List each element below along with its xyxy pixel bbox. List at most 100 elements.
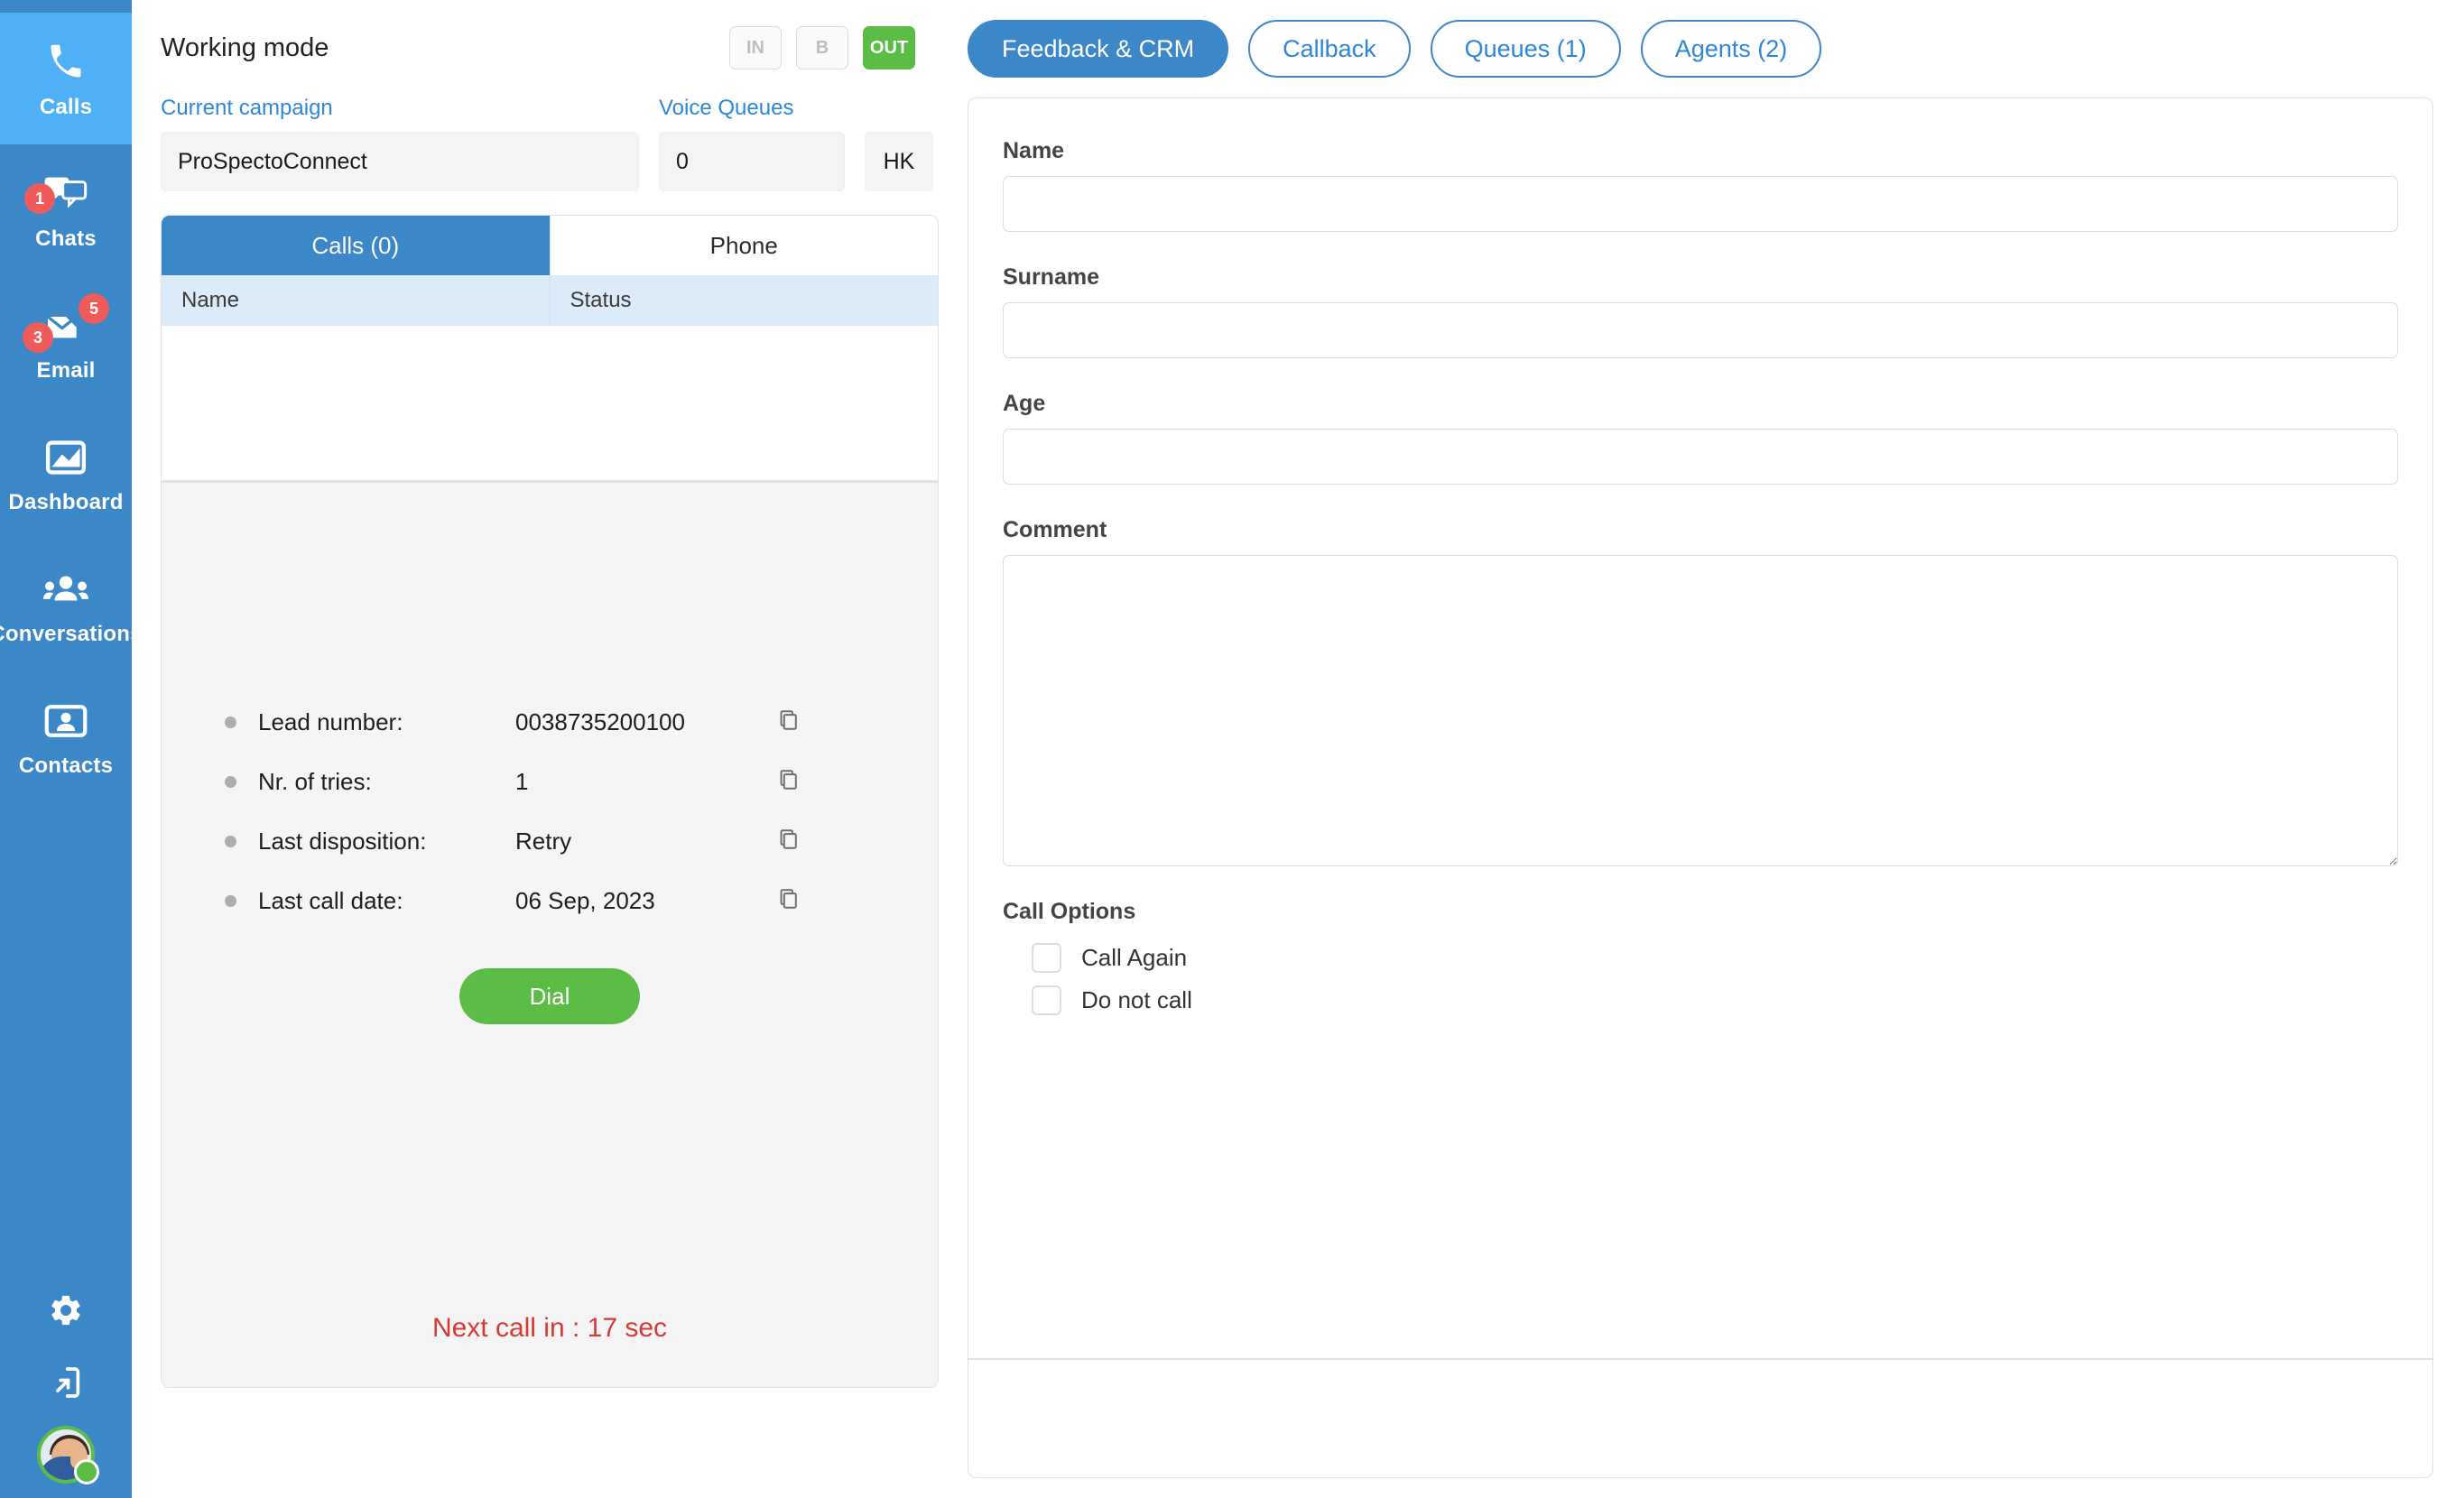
- list-item: Last disposition: Retry: [225, 811, 938, 871]
- name-label: Name: [1003, 138, 1065, 163]
- sidebar-item-label: Contacts: [18, 754, 114, 778]
- dashboard-icon: [41, 432, 91, 483]
- lead-detail-area: Lead number: 0038735200100 Nr. of tries:: [162, 483, 938, 1387]
- surname-field[interactable]: [1003, 302, 2398, 358]
- bullet-icon: [225, 894, 236, 907]
- copy-icon[interactable]: [777, 887, 801, 915]
- call-options-section: Call Options Call Again Do not call: [1003, 899, 2398, 1015]
- sidebar-item-label: Chats: [35, 227, 97, 251]
- tab-calls[interactable]: Calls (0): [162, 216, 550, 275]
- sidebar-item-contacts[interactable]: Contacts: [0, 671, 132, 803]
- bullet-icon: [225, 775, 236, 788]
- name-field[interactable]: [1003, 176, 2398, 232]
- call-options-title: Call Options: [1003, 899, 1136, 924]
- dial-button-wrap: Dial: [162, 968, 938, 1024]
- option-do-not-call[interactable]: Do not call: [1032, 985, 2398, 1015]
- calls-table-header: Name Status: [162, 275, 938, 326]
- dial-button[interactable]: Dial: [459, 968, 640, 1024]
- working-mode-switcher: IN B OUT: [729, 26, 919, 69]
- calls-panel-tabs: Calls (0) Phone: [162, 216, 938, 275]
- copy-icon[interactable]: [777, 828, 801, 855]
- sidebar-item-label: Dashboard: [8, 490, 124, 514]
- gear-icon: [48, 1292, 84, 1333]
- settings-button[interactable]: [0, 1276, 132, 1348]
- tab-callback[interactable]: Callback: [1248, 20, 1411, 78]
- field-group-surname: Surname: [1003, 264, 2398, 358]
- surname-label: Surname: [1003, 264, 1099, 290]
- mode-button-out[interactable]: OUT: [863, 26, 915, 69]
- logout-button[interactable]: [0, 1348, 132, 1420]
- last-call-date-label: Last call date:: [258, 886, 403, 914]
- comment-field[interactable]: [1003, 555, 2398, 866]
- list-item: Last call date: 06 Sep, 2023: [225, 871, 938, 930]
- chat-icon: 1: [24, 169, 91, 219]
- field-group-comment: Comment: [1003, 517, 2398, 866]
- option-label: Call Again: [1081, 944, 1188, 971]
- last-call-date-value: 06 Sep, 2023: [515, 886, 655, 914]
- current-campaign-group: Current campaign ProSpectoConnect: [161, 96, 639, 191]
- tries-label: Nr. of tries:: [258, 767, 372, 795]
- tab-feedback-crm[interactable]: Feedback & CRM: [968, 20, 1229, 78]
- disposition-value: Retry: [515, 827, 572, 855]
- phone-icon: [41, 37, 91, 88]
- tab-agents[interactable]: Agents (2): [1640, 20, 1822, 78]
- sidebar-item-label: Conversations: [0, 622, 143, 646]
- copy-icon[interactable]: [777, 708, 801, 736]
- checkbox-call-again[interactable]: [1032, 943, 1061, 973]
- current-campaign-value[interactable]: ProSpectoConnect: [161, 132, 639, 191]
- calls-panel: Calls (0) Phone Name Status Lead number:…: [161, 215, 939, 1388]
- avatar[interactable]: [37, 1426, 99, 1484]
- campaign-queue-row: Current campaign ProSpectoConnect Voice …: [161, 96, 933, 191]
- sidebar-item-calls[interactable]: Calls: [0, 13, 132, 144]
- email-badge-secondary: 3: [23, 322, 53, 353]
- copy-icon[interactable]: [777, 768, 801, 796]
- current-campaign-label: Current campaign: [161, 96, 333, 120]
- list-item: Nr. of tries: 1: [225, 752, 938, 811]
- chats-badge: 1: [24, 183, 55, 214]
- conversations-icon: [41, 564, 91, 615]
- voice-queues-label: Voice Queues: [659, 96, 794, 120]
- mode-button-in[interactable]: IN: [729, 26, 782, 69]
- bullet-icon: [225, 835, 236, 847]
- disposition-label: Last disposition:: [258, 827, 427, 855]
- list-item: Lead number: 0038735200100: [225, 692, 938, 752]
- age-field[interactable]: [1003, 429, 2398, 485]
- lead-details-list: Lead number: 0038735200100 Nr. of tries:: [162, 692, 938, 930]
- sidebar-item-conversations[interactable]: Conversations: [0, 540, 142, 671]
- sidebar-item-chats[interactable]: 1 Chats: [0, 144, 132, 276]
- column-header-name: Name: [181, 288, 240, 312]
- field-group-name: Name: [1003, 138, 2398, 232]
- sidebar-item-email[interactable]: 5 3 Email: [0, 276, 132, 408]
- tab-phone[interactable]: Phone: [549, 216, 938, 275]
- lead-number-label: Lead number:: [258, 707, 403, 735]
- contacts-icon: [41, 696, 91, 746]
- crm-column: Feedback & CRM Callback Queues (1) Agent…: [944, 0, 2464, 1498]
- tries-value: 1: [515, 767, 529, 795]
- app-root: Calls 1 Chats 5 3 Email Dashboard Conver…: [0, 0, 2464, 1498]
- email-icon: 5 3: [23, 293, 109, 353]
- crm-form: Name Surname Age Comment Call Options Ca…: [968, 98, 2432, 1358]
- sidebar-item-label: Calls: [39, 95, 93, 119]
- column-header-status: Status: [549, 275, 939, 326]
- email-badge-primary: 5: [79, 293, 109, 324]
- age-label: Age: [1003, 391, 1046, 416]
- option-call-again[interactable]: Call Again: [1032, 943, 2398, 973]
- logout-icon: [48, 1364, 84, 1405]
- crm-card: Name Surname Age Comment Call Options Ca…: [968, 97, 2433, 1478]
- working-mode-row: Working mode IN B OUT: [161, 20, 919, 76]
- option-label: Do not call: [1081, 986, 1192, 1013]
- lead-number-value: 0038735200100: [515, 707, 685, 735]
- comment-label: Comment: [1003, 517, 1107, 542]
- bullet-icon: [225, 716, 236, 728]
- mode-button-b[interactable]: B: [796, 26, 848, 69]
- hk-value[interactable]: HK: [865, 132, 933, 191]
- voice-queues-value[interactable]: 0: [659, 132, 845, 191]
- calls-table-body: [162, 326, 938, 483]
- sidebar-bottom: [0, 1276, 132, 1498]
- hk-group: HK: [865, 132, 933, 191]
- sidebar-item-dashboard[interactable]: Dashboard: [0, 408, 132, 540]
- crm-tabs: Feedback & CRM Callback Queues (1) Agent…: [968, 20, 2433, 78]
- tab-queues[interactable]: Queues (1): [1430, 20, 1621, 78]
- checkbox-do-not-call[interactable]: [1032, 985, 1061, 1015]
- field-group-age: Age: [1003, 391, 2398, 485]
